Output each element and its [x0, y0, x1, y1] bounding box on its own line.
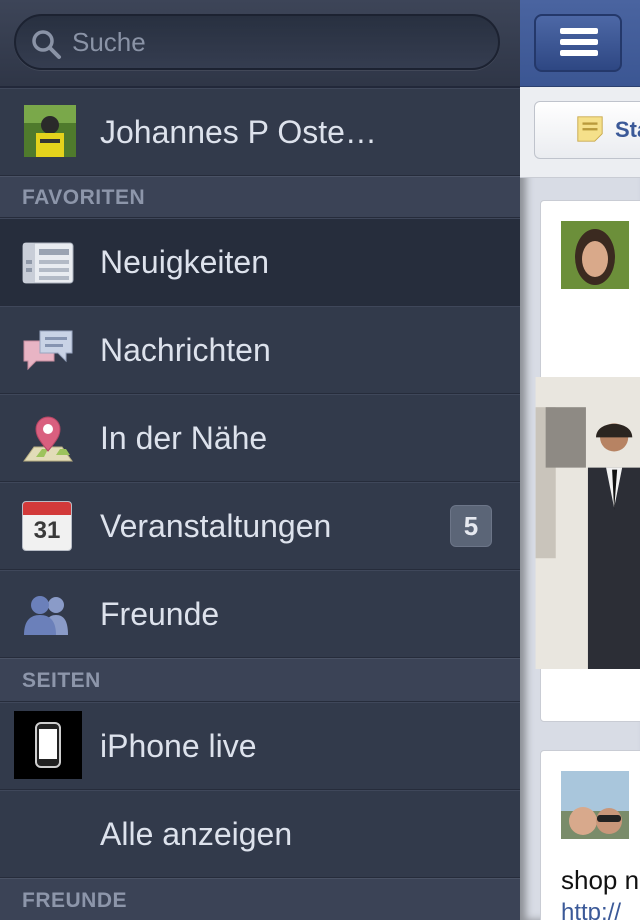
messages-icon: [23, 330, 73, 371]
calendar-header: [23, 502, 71, 515]
page-thumbnail: [14, 711, 82, 779]
feed-post-card[interactable]: shop n http://: [540, 750, 640, 920]
calendar-day: 31: [33, 517, 61, 544]
search-placeholder: Suche: [72, 27, 146, 57]
post-link[interactable]: http://: [561, 899, 621, 920]
menu-toggle-button[interactable]: [534, 14, 622, 72]
sidebar-item-iphone-live[interactable]: iPhone live: [0, 702, 520, 790]
sidebar-item-label: Neuigkeiten: [100, 244, 269, 280]
post-photo[interactable]: [531, 377, 640, 669]
profile-name: Johannes P Oste…: [100, 114, 377, 150]
feed-post-card[interactable]: [535, 200, 640, 722]
section-header-friends: FREUNDE: [0, 878, 520, 920]
sidebar-item-show-all[interactable]: Alle anzeigen: [0, 790, 520, 878]
note-icon: [577, 116, 603, 142]
sidebar-item-messages[interactable]: Nachrichten: [0, 306, 520, 394]
search-bar: Suche: [0, 0, 520, 88]
sidebar-item-events[interactable]: 31 Veranstaltungen 5: [0, 482, 520, 570]
search-icon: [32, 30, 61, 59]
events-count-badge: 5: [450, 505, 492, 547]
sidebar-item-label: Freunde: [100, 596, 220, 632]
avatar: [24, 105, 76, 157]
sidebar-item-label: In der Nähe: [100, 420, 268, 456]
hamburger-icon-line: [560, 39, 598, 45]
sidebar-item-nearby[interactable]: In der Nähe: [0, 394, 520, 482]
profile-row[interactable]: Johannes P Oste…: [0, 88, 520, 176]
sidebar-item-label: Alle anzeigen: [100, 816, 293, 852]
sidebar: Suche Johannes P Oste… FAVORITEN Neuigke…: [0, 0, 520, 920]
post-text: shop n: [561, 865, 640, 895]
sidebar-item-friends[interactable]: Freunde: [0, 570, 520, 658]
news-feed-icon: [22, 242, 74, 284]
status-button-label: Sta: [615, 117, 640, 142]
status-button[interactable]: Sta: [534, 101, 640, 159]
top-nav-bar: [520, 0, 640, 87]
post-author-avatar: [561, 771, 629, 839]
iphone-icon: [35, 722, 61, 768]
calendar-icon: 31: [22, 501, 72, 551]
sidebar-item-label: iPhone live: [100, 728, 257, 764]
sidebar-item-label: Nachrichten: [100, 332, 271, 368]
composer-bar: Sta: [520, 87, 640, 178]
hamburger-icon-line: [560, 28, 598, 34]
section-header-favorites: FAVORITEN: [0, 176, 520, 218]
news-feed-panel: Sta shop n http://: [520, 0, 640, 920]
search-input[interactable]: Suche: [14, 14, 500, 70]
hamburger-icon-line: [560, 50, 598, 56]
nearby-pin-icon: [23, 416, 73, 462]
friends-icon: [24, 596, 68, 635]
sidebar-item-label: Veranstaltungen: [100, 508, 332, 544]
section-header-pages: SEITEN: [0, 658, 520, 702]
post-author-avatar: [561, 221, 629, 289]
sidebar-item-news-feed[interactable]: Neuigkeiten: [0, 218, 520, 306]
